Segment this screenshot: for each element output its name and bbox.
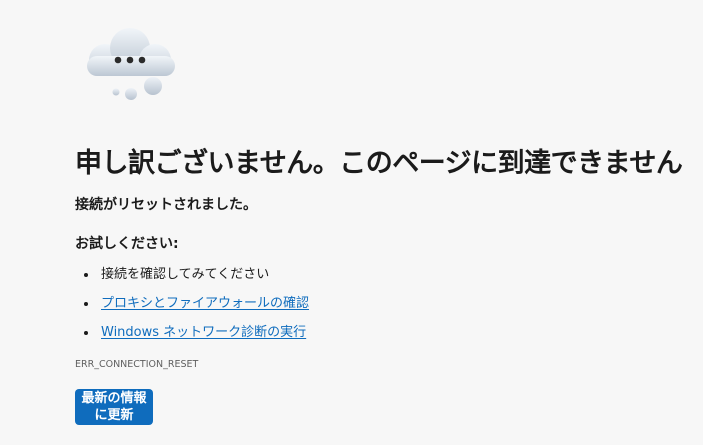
suggestion-text: 接続を確認してみてください	[101, 267, 270, 282]
bullet-icon	[84, 302, 88, 306]
suggestion-network-diagnostics: Windows ネットワーク診断の実行	[75, 322, 309, 351]
cloud-with-ellipsis-icon	[87, 28, 175, 100]
page-title: 申し訳ございません。このページに到達できません	[75, 148, 683, 179]
error-code: ERR_CONNECTION_RESET	[75, 359, 199, 370]
bullet-icon	[84, 273, 88, 277]
bullet-icon	[84, 331, 88, 335]
refresh-button[interactable]: 最新の情報に更新	[75, 389, 153, 425]
suggestion-check-connection: 接続を確認してみてください	[75, 264, 309, 293]
check-proxy-firewall-link[interactable]: プロキシとファイアウォールの確認	[101, 296, 309, 311]
suggestions-list: 接続を確認してみてください プロキシとファイアウォールの確認 Windows ネ…	[75, 264, 309, 351]
error-page: 申し訳ございません。このページに到達できません 接続がリセットされました。 お試…	[75, 0, 685, 445]
run-network-diagnostics-link[interactable]: Windows ネットワーク診断の実行	[101, 325, 306, 340]
suggestions-heading: お試しください:	[75, 236, 179, 252]
error-description: 接続がリセットされました。	[75, 197, 257, 213]
suggestion-check-proxy-firewall: プロキシとファイアウォールの確認	[75, 293, 309, 322]
